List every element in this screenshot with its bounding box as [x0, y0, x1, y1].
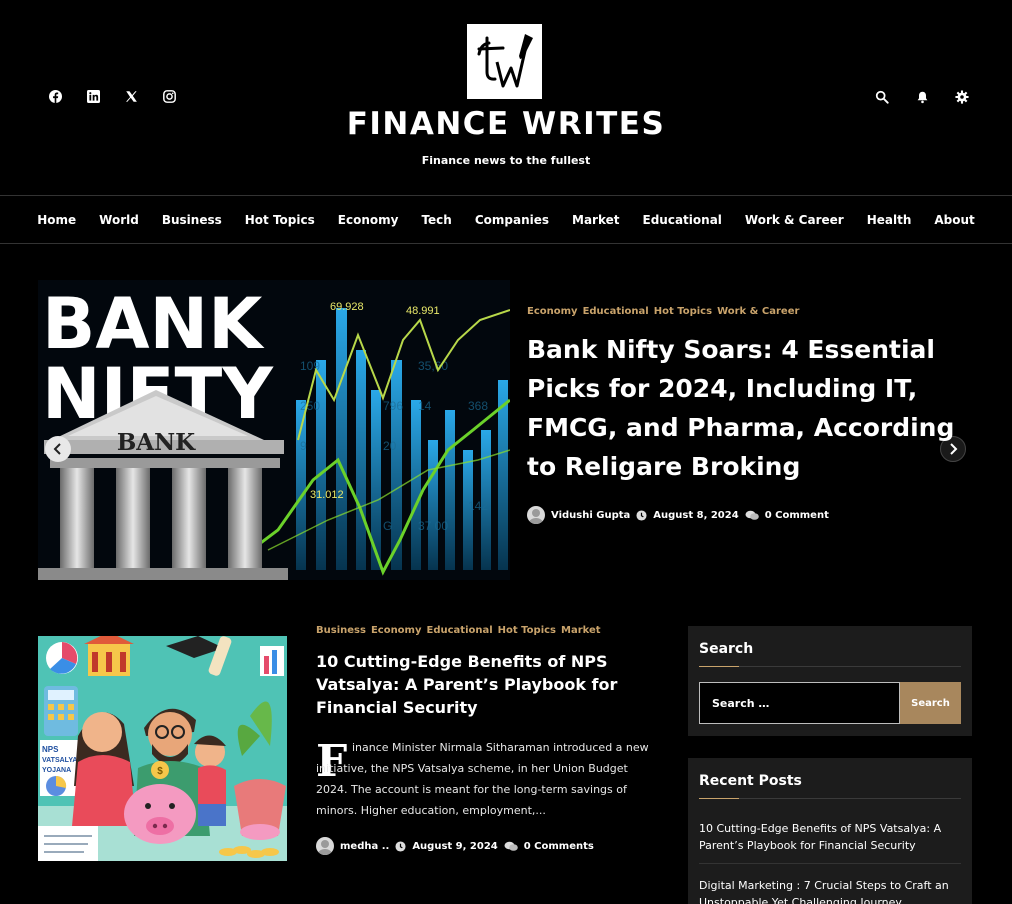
facebook-icon[interactable] — [47, 88, 63, 104]
widget-title: Search — [699, 641, 754, 657]
featured-image[interactable]: 109 250 9 796 14 368 20 35,60 G 37 00 142 69.92… — [38, 280, 510, 580]
nav-economy[interactable]: Economy — [338, 213, 399, 227]
site-title[interactable]: FINANCE WRITES — [0, 106, 1012, 142]
nav-work-career[interactable]: Work & Career — [745, 213, 844, 227]
recent-post-link[interactable]: 10 Cutting-Edge Benefits of NPS Vatsalya… — [699, 820, 961, 854]
svg-text:796: 796 — [383, 399, 403, 413]
site-logo[interactable] — [467, 24, 542, 99]
image-text-vatsalya: VATSALYA — [42, 757, 77, 764]
post-categories: Business Economy Educational Hot Topics … — [316, 625, 601, 636]
avatar[interactable] — [316, 837, 334, 855]
gear-icon[interactable] — [954, 89, 970, 105]
svg-text:368: 368 — [468, 399, 488, 413]
author-name[interactable]: Vidushi Gupta — [551, 510, 630, 521]
comment-icon — [504, 841, 518, 852]
image-text-nps: NPS — [42, 745, 59, 754]
svg-text:250: 250 — [300, 399, 320, 413]
search-button[interactable]: Search — [900, 682, 961, 724]
main-navigation: Home World Business Hot Topics Economy T… — [0, 196, 1012, 244]
widget-title: Recent Posts — [699, 773, 802, 789]
post-excerpt: inance Minister Nirmala Sitharaman intro… — [316, 737, 656, 821]
widget-divider — [699, 666, 961, 667]
category-link[interactable]: Hot Topics — [654, 306, 712, 317]
bell-icon[interactable] — [914, 89, 930, 105]
image-text-yojana: YOJANA — [42, 767, 71, 774]
nav-companies[interactable]: Companies — [475, 213, 549, 227]
site-tagline: Finance news to the fullest — [421, 154, 591, 167]
search-widget: Search Search … Search — [688, 626, 972, 736]
search-input[interactable]: Search … — [699, 682, 900, 724]
svg-text:142: 142 — [468, 499, 488, 513]
clock-icon — [636, 509, 647, 521]
svg-text:$: $ — [157, 766, 163, 777]
header-tools — [874, 89, 970, 105]
featured-categories: Economy Educational Hot Topics Work & Ca… — [527, 306, 799, 317]
category-link[interactable]: Hot Topics — [498, 625, 556, 636]
comment-count[interactable]: 0 Comment — [765, 510, 829, 521]
x-icon[interactable] — [123, 88, 139, 104]
social-links — [47, 88, 177, 104]
post-title[interactable]: 10 Cutting-Edge Benefits of NPS Vatsalya… — [316, 650, 656, 719]
svg-text:14: 14 — [418, 399, 432, 413]
avatar[interactable] — [527, 506, 545, 524]
svg-text:G: G — [383, 519, 392, 533]
linkedin-icon[interactable] — [85, 88, 101, 104]
featured-title[interactable]: Bank Nifty Soars: 4 Essential Picks for … — [527, 330, 972, 486]
category-link[interactable]: Business — [316, 625, 366, 636]
instagram-icon[interactable] — [161, 88, 177, 104]
chevron-left-icon — [53, 443, 61, 455]
nav-educational[interactable]: Educational — [643, 213, 722, 227]
nps-vatsalya-illustration: NPS VATSALYA YOJANA $ — [38, 636, 287, 861]
nav-health[interactable]: Health — [867, 213, 912, 227]
post-date[interactable]: August 8, 2024 — [653, 510, 738, 521]
list-divider — [699, 863, 961, 864]
category-link[interactable]: Work & Career — [717, 306, 799, 317]
chart-label-1: 69.928 — [330, 301, 364, 313]
category-link[interactable]: Educational — [583, 306, 649, 317]
nav-home[interactable]: Home — [37, 213, 76, 227]
comment-icon — [745, 510, 759, 521]
nav-about[interactable]: About — [934, 213, 974, 227]
nav-business[interactable]: Business — [162, 213, 222, 227]
comment-count[interactable]: 0 Comments — [524, 841, 594, 852]
post-excerpt-text: inance Minister Nirmala Sitharaman intro… — [316, 741, 649, 817]
category-link[interactable]: Economy — [371, 625, 422, 636]
bank-nifty-illustration: 1092509 796 14 368 2035,60G 37 00142 69.92… — [38, 280, 510, 580]
nav-tech[interactable]: Tech — [421, 213, 451, 227]
post-image[interactable]: NPS VATSALYA YOJANA $ — [38, 636, 287, 861]
post-meta: medha .. August 9, 2024 0 Comments — [316, 837, 594, 855]
fw-pen-logo — [477, 34, 533, 88]
building-label: BANK — [117, 429, 196, 456]
clock-icon — [395, 840, 406, 852]
post-date[interactable]: August 9, 2024 — [412, 841, 497, 852]
nav-world[interactable]: World — [99, 213, 139, 227]
recent-post-link[interactable]: Digital Marketing : 7 Crucial Steps to C… — [699, 877, 961, 904]
chart-label-2: 48.991 — [406, 305, 440, 317]
recent-posts-widget: Recent Posts 10 Cutting-Edge Benefits of… — [688, 758, 972, 904]
site-header: FINANCE WRITES Finance news to the fulle… — [0, 0, 1012, 196]
nav-hot-topics[interactable]: Hot Topics — [245, 213, 315, 227]
svg-text:9: 9 — [300, 439, 307, 453]
chart-label-3: 31.012 — [310, 489, 344, 501]
svg-text:20: 20 — [383, 439, 397, 453]
nav-market[interactable]: Market — [572, 213, 620, 227]
author-name[interactable]: medha .. — [340, 841, 389, 852]
featured-meta: Vidushi Gupta August 8, 2024 0 Comment — [527, 506, 829, 524]
category-link[interactable]: Educational — [427, 625, 493, 636]
category-link[interactable]: Market — [561, 625, 601, 636]
search-icon[interactable] — [874, 89, 890, 105]
svg-text:37 00: 37 00 — [418, 519, 448, 533]
slider-prev-button[interactable] — [45, 436, 71, 462]
widget-divider — [699, 798, 961, 799]
category-link[interactable]: Economy — [527, 306, 578, 317]
